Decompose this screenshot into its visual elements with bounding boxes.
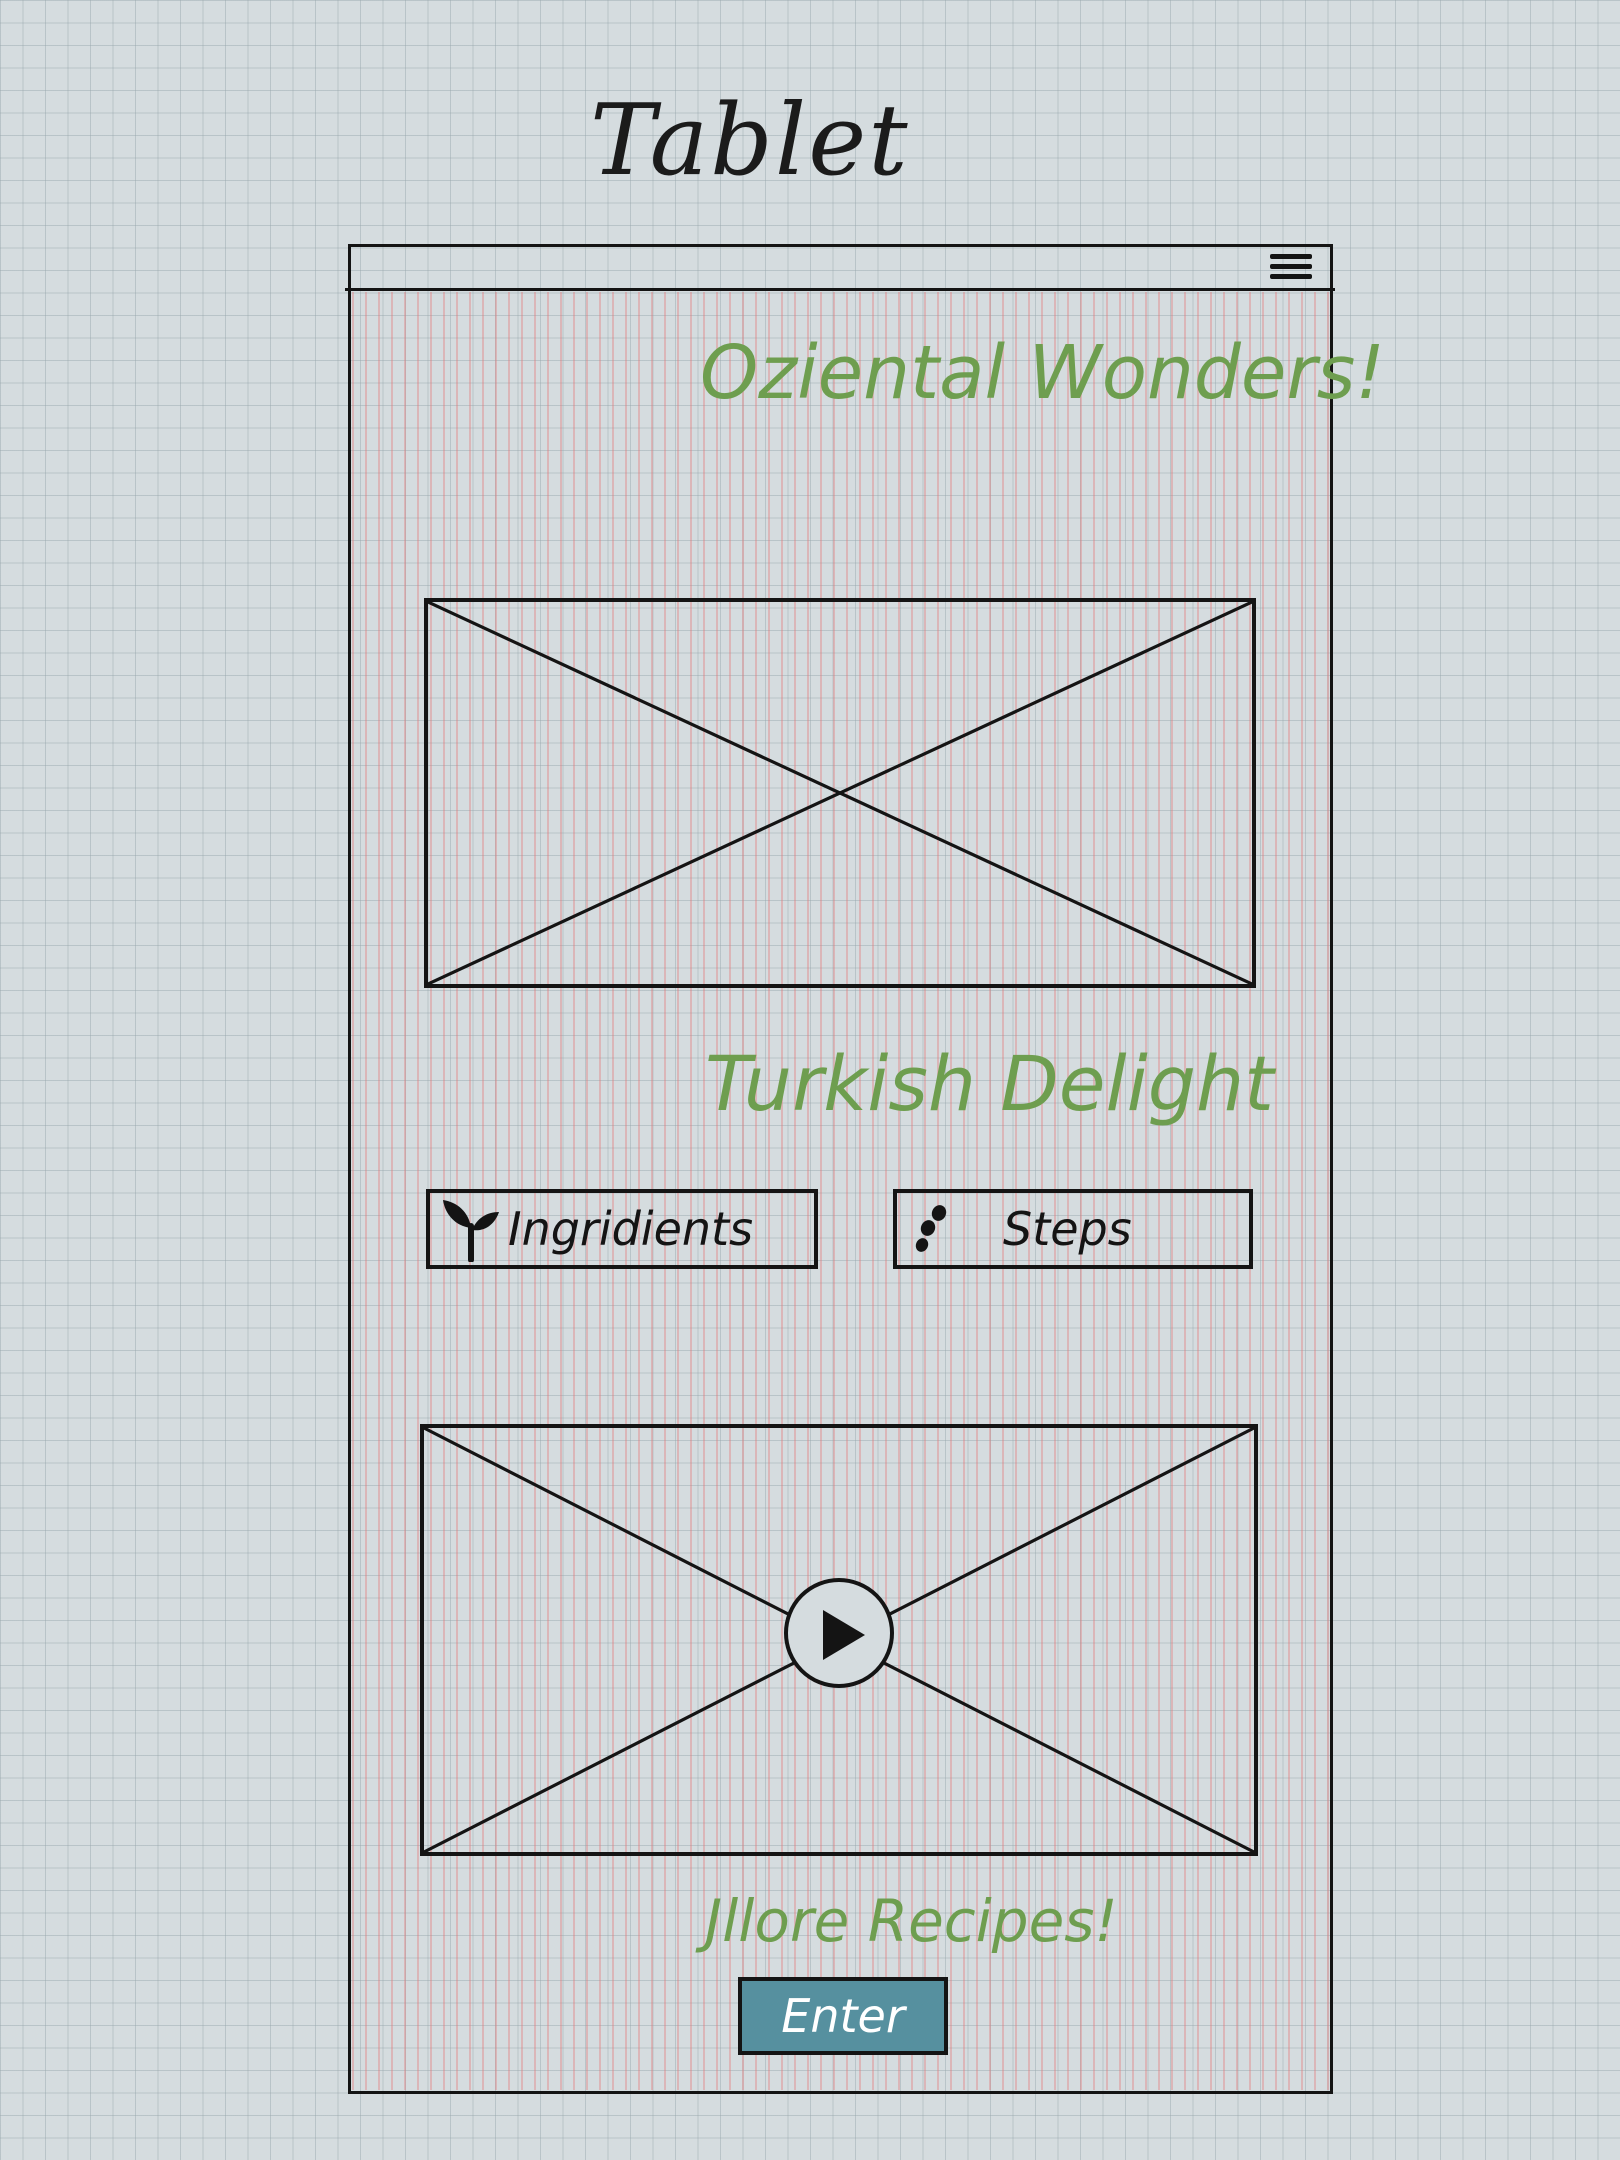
enter-button[interactable]: Enter: [738, 1977, 948, 2055]
menu-line: [1270, 274, 1312, 279]
tab-ingredients-label: Ingridients: [508, 1202, 754, 1256]
tab-steps-label: Steps: [1003, 1202, 1132, 1256]
recipe-title: Turkish Delight: [705, 1039, 1274, 1128]
seeds-icon: [915, 1205, 947, 1252]
top-bar-divider: [345, 288, 1335, 291]
tab-ingredients[interactable]: Ingridients: [426, 1189, 818, 1269]
hamburger-menu-icon[interactable]: [1270, 254, 1312, 288]
image-placeholder-icon: [428, 602, 1252, 984]
play-button[interactable]: [784, 1578, 894, 1688]
sprout-icon: [443, 1200, 499, 1262]
more-recipes-text: Jllore Recipes!: [705, 1887, 1118, 1955]
menu-line: [1270, 254, 1312, 259]
tab-steps[interactable]: Steps: [893, 1189, 1253, 1269]
sketch-title: Tablet: [590, 84, 910, 198]
hero-image-placeholder: [424, 598, 1256, 988]
play-icon: [823, 1610, 865, 1660]
menu-line: [1270, 264, 1312, 269]
page-heading: Oziental Wonders!: [700, 330, 1386, 416]
